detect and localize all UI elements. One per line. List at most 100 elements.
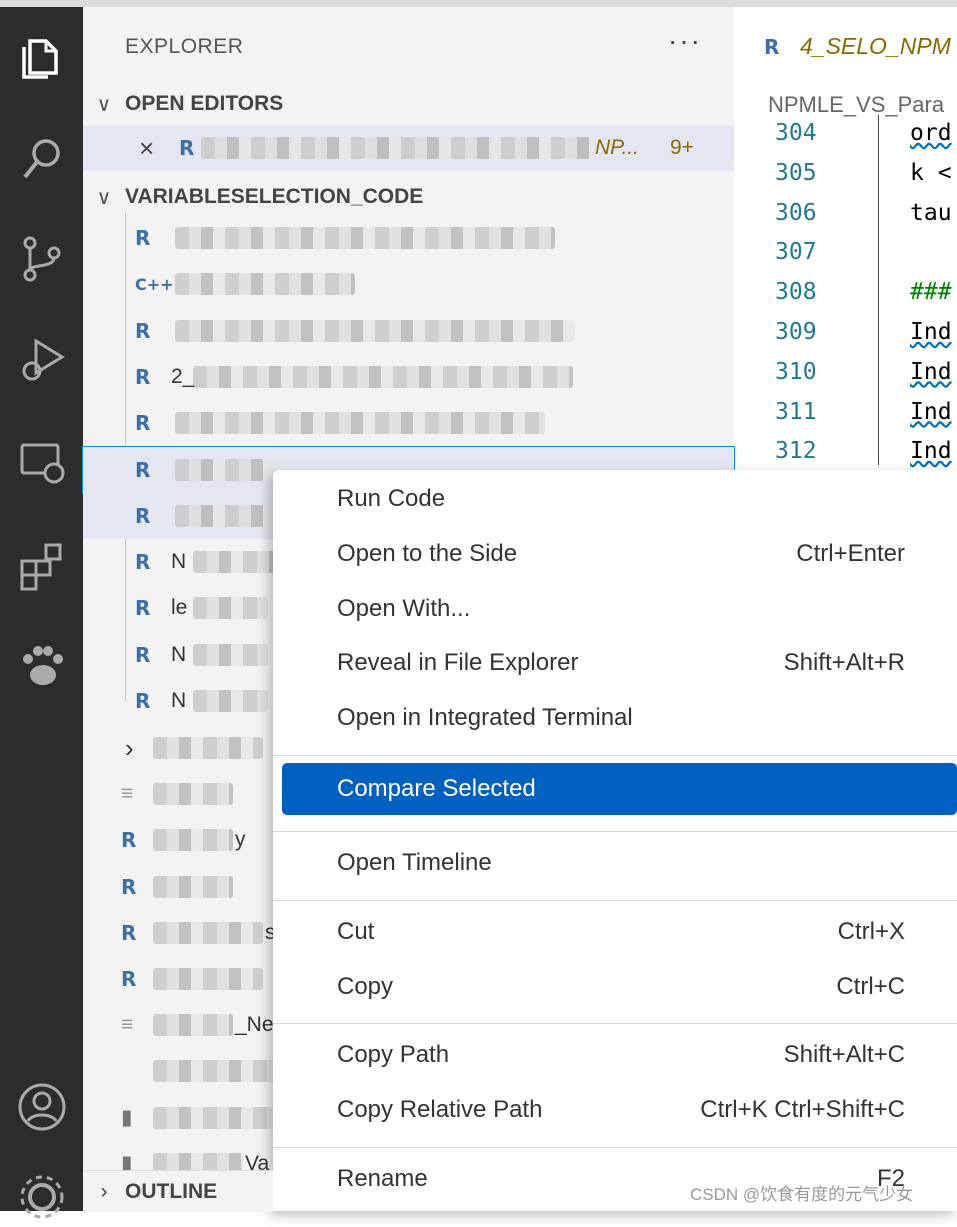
blurred-filename	[153, 737, 263, 759]
file-tree-item[interactable]: R	[83, 215, 734, 261]
menu-item-shortcut: Ctrl+C	[836, 972, 905, 1000]
menu-item-label: Rename	[337, 1165, 428, 1192]
blurred-filename	[153, 1014, 233, 1037]
run-debug-icon[interactable]	[0, 329, 83, 389]
blurred-filename	[175, 504, 275, 527]
menu-item-copy[interactable]: Copy Ctrl+C	[273, 963, 957, 1011]
r-file-icon: R	[764, 35, 780, 59]
menu-item-shortcut: Shift+Alt+C	[783, 1041, 905, 1069]
open-editors-label: OPEN EDITORS	[125, 92, 284, 115]
r-file-icon: R	[135, 318, 151, 343]
line-number: 312	[775, 438, 817, 465]
watermark: CSDN @饮食有度的元气少女	[690, 1185, 914, 1204]
menu-item-shortcut: Ctrl+K Ctrl+Shift+C	[700, 1096, 905, 1124]
blurred-filename	[153, 921, 263, 944]
open-editor-suffix: NP...	[595, 136, 639, 159]
menu-separator	[273, 1023, 957, 1025]
outline-label: OUTLINE	[125, 1179, 218, 1203]
code-line[interactable]: Ind	[910, 399, 952, 425]
paw-icon[interactable]	[0, 635, 83, 695]
breadcrumb[interactable]: NPMLE_VS_Para	[768, 92, 944, 118]
blurred-filename	[153, 829, 233, 852]
extensions-icon[interactable]	[0, 537, 83, 597]
blurred-filename	[193, 551, 283, 574]
search-icon[interactable]	[0, 129, 83, 189]
activity-bar	[0, 7, 83, 1219]
settings-icon[interactable]	[0, 1167, 83, 1227]
blurred-filename	[175, 273, 355, 296]
menu-separator	[273, 755, 957, 756]
file-name: le	[171, 596, 188, 620]
r-file-icon: R	[121, 967, 137, 991]
explorer-icon[interactable]	[0, 29, 83, 89]
file-tree-item[interactable]: R 2_	[83, 354, 734, 400]
file-tree-item[interactable]: C++	[83, 261, 734, 307]
line-number: 307	[775, 239, 817, 266]
menu-item-copy-relative-path[interactable]: Copy Relative Path Ctrl+K Ctrl+Shift+C	[273, 1086, 957, 1134]
menu-item-open-in-integrated-terminal[interactable]: Open in Integrated Terminal	[273, 694, 957, 742]
menu-item-label: Copy	[337, 972, 394, 1000]
source-control-icon[interactable]	[0, 229, 83, 289]
open-editor-item[interactable]: × R NP... 9+	[83, 125, 734, 171]
r-file-icon: R	[135, 503, 151, 528]
line-number: 304	[775, 120, 817, 146]
file-tree-item[interactable]: R	[83, 400, 734, 446]
file-tree-item[interactable]: R	[83, 308, 734, 354]
menu-item-label: Open Timeline	[337, 849, 492, 876]
menu-item-copy-path[interactable]: Copy Path Shift+Alt+C	[273, 1031, 957, 1079]
remote-explorer-icon[interactable]	[0, 433, 83, 493]
menu-item-reveal-in-file-explorer[interactable]: Reveal in File Explorer Shift+Alt+R	[273, 639, 957, 687]
folder-section[interactable]: ∨ VARIABLESELECTION_CODE	[83, 177, 734, 217]
chevron-right-icon: ›	[125, 732, 134, 763]
chevron-right-icon: ›	[100, 1179, 108, 1203]
code-line[interactable]: ord	[910, 120, 952, 146]
line-number: 306	[775, 199, 817, 226]
blurred-filename	[153, 968, 263, 990]
menu-item-open-with[interactable]: Open With...	[273, 585, 957, 633]
close-icon[interactable]: ×	[139, 133, 154, 164]
blurred-filename	[175, 319, 575, 342]
r-file-icon: R	[121, 874, 137, 899]
line-number: 310	[775, 358, 817, 385]
code-line[interactable]: Ind	[910, 359, 952, 385]
menu-item-label: Open to the Side	[337, 539, 518, 567]
editor-tab[interactable]: R 4_SELO_NPM	[734, 7, 957, 87]
code-line[interactable]: Ind	[910, 438, 952, 464]
menu-item-label: Open With...	[337, 594, 471, 622]
menu-item-label: Copy Path	[337, 1041, 450, 1069]
menu-item-label: Run Code	[337, 485, 446, 512]
menu-item-open-to-the-side[interactable]: Open to the Side Ctrl+Enter	[273, 530, 957, 578]
code-line[interactable]: ###	[910, 279, 952, 305]
menu-item-open-timeline[interactable]: Open Timeline	[273, 839, 957, 887]
context-menu: Run Code Open to the Side Ctrl+Enter Open W…	[273, 470, 957, 1211]
menu-item-cut[interactable]: Cut Ctrl+X	[273, 908, 957, 956]
r-file-icon: R	[135, 689, 151, 713]
menu-item-shortcut: Shift+Alt+R	[783, 649, 905, 677]
line-number: 311	[775, 398, 817, 425]
more-actions-icon[interactable]: ···	[668, 25, 702, 57]
file-name: y	[235, 828, 246, 852]
code-line[interactable]: k <	[910, 160, 952, 186]
r-file-icon: R	[179, 136, 195, 160]
line-number: 309	[775, 319, 817, 345]
r-file-icon: R	[121, 828, 137, 853]
accounts-icon[interactable]	[0, 1077, 83, 1137]
code-line[interactable]: tau	[910, 200, 952, 226]
menu-item-shortcut: Ctrl+Enter	[796, 539, 905, 567]
outline-section[interactable]: › OUTLINE	[83, 1170, 273, 1212]
window-top-strip	[0, 0, 957, 7]
menu-item-run-code[interactable]: Run Code	[273, 475, 957, 523]
code-line[interactable]: Ind	[910, 319, 952, 345]
open-editors-section[interactable]: ∨ OPEN EDITORS	[83, 84, 734, 124]
r-file-icon: R	[135, 550, 151, 575]
menu-item-label: Open in Integrated Terminal	[337, 704, 633, 732]
r-file-icon: R	[135, 364, 151, 389]
file-name: 2_	[171, 364, 195, 388]
folder-label: VARIABLESELECTION_CODE	[125, 185, 424, 208]
blurred-filename	[201, 137, 593, 159]
blurred-filename	[175, 412, 545, 435]
line-number: 308	[775, 279, 817, 306]
r-file-icon: R	[135, 226, 151, 250]
line-number: 305	[775, 159, 817, 186]
menu-item-compare-selected[interactable]: Compare Selected	[282, 763, 957, 815]
